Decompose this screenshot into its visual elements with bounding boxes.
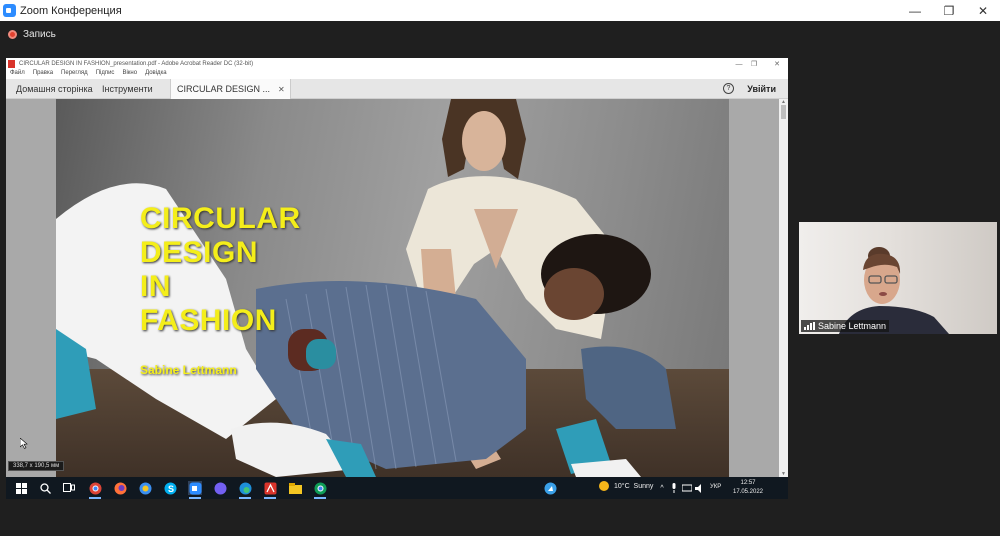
recording-indicator[interactable]: Запись (8, 29, 56, 40)
mouse-cursor-icon (20, 438, 28, 449)
pdf-icon (8, 60, 15, 68)
audio-signal-icon (804, 322, 815, 330)
tab-home[interactable]: Домашня сторінка (16, 79, 93, 99)
skype-icon[interactable]: S (163, 481, 177, 495)
recording-label: Запись (23, 29, 56, 40)
document-viewport[interactable]: CIRCULAR DESIGN IN FASHION Sabine Lettma… (6, 99, 788, 477)
tab-document[interactable]: CIRCULAR DESIGN ... ✕ (170, 79, 291, 99)
participant-name: Sabine Lettmann (818, 321, 887, 331)
zoom-taskbar-icon[interactable] (188, 481, 202, 499)
menu-help[interactable]: Довідка (145, 70, 167, 79)
edge-icon[interactable] (238, 481, 252, 499)
close-button[interactable]: ✕ (966, 0, 1000, 21)
file-explorer-icon[interactable] (288, 481, 302, 495)
firefox-icon[interactable] (113, 481, 127, 495)
participant-video-tile[interactable]: Sabine Lettmann (799, 222, 997, 334)
chrome-icon[interactable] (88, 481, 102, 499)
tab-document-label: CIRCULAR DESIGN ... (177, 84, 271, 94)
zoom-logo-icon (3, 4, 16, 17)
menu-file[interactable]: Файл (10, 70, 25, 79)
taskbar-clock[interactable]: 12:57 17.05.2022 (728, 479, 768, 497)
menu-sign[interactable]: Підпис (96, 70, 115, 79)
browser-icon[interactable] (138, 481, 152, 495)
volume-icon[interactable] (695, 481, 705, 495)
scroll-thumb[interactable] (781, 105, 786, 119)
language-indicator[interactable]: УКР (710, 484, 721, 490)
tab-tools[interactable]: Інструменти (102, 79, 153, 99)
chevron-up-icon[interactable]: ^ (658, 481, 666, 495)
participant-video (839, 247, 949, 334)
acrobat-menubar: Файл Правка Перегляд Підпис Вікно Довідк… (6, 70, 788, 79)
shared-screen-acrobat-window: CIRCULAR DESIGN IN FASHION_presentation.… (6, 58, 788, 477)
maximize-button[interactable]: ❐ (932, 0, 966, 21)
clock-time: 12:57 (740, 480, 756, 486)
acrobat-tabbar: Домашня сторінка Інструменти CIRCULAR DE… (6, 79, 788, 99)
sun-icon (599, 481, 609, 491)
windows-start-icon[interactable] (14, 481, 28, 495)
document-scrollbar[interactable]: ▲ ▼ (779, 99, 788, 477)
page-size-tooltip: 338,7 x 190,5 мм (8, 461, 65, 471)
acrobat-maximize-button[interactable]: ❐ (743, 58, 765, 70)
menu-edit[interactable]: Правка (33, 70, 53, 79)
zoom-window-title: Zoom Конференция (20, 4, 122, 17)
tray-app-icon[interactable] (543, 481, 557, 495)
slide-title-line: IN (140, 270, 171, 303)
slide-title: CIRCULAR DESIGN IN FASHION (140, 202, 301, 338)
help-icon[interactable]: ? (723, 83, 734, 94)
weather-widget[interactable]: 10°C Sunny (599, 481, 653, 491)
zoom-titlebar: Zoom Конференция — ❐ ✕ (0, 0, 1000, 21)
slide-author: Sabine Lettmann (140, 363, 237, 377)
acrobat-taskbar-icon[interactable] (263, 481, 277, 499)
chrome-icon-2[interactable] (313, 481, 327, 499)
windows-taskbar: S 10°C Sunny ^ УКР 12:57 17.05.2022 (6, 477, 788, 499)
slide-title-line: CIRCULAR (140, 202, 301, 235)
tab-close-icon[interactable]: ✕ (278, 85, 285, 94)
viber-icon[interactable] (213, 481, 227, 495)
weather-desc: Sunny (633, 482, 654, 490)
task-view-icon[interactable] (62, 481, 76, 495)
record-icon (8, 30, 17, 39)
menu-view[interactable]: Перегляд (61, 70, 88, 79)
acrobat-close-button[interactable]: ✕ (766, 58, 788, 70)
clock-date: 17.05.2022 (732, 489, 764, 495)
microphone-icon[interactable] (670, 481, 678, 495)
network-icon[interactable] (682, 481, 692, 495)
participant-name-label: Sabine Lettmann (801, 320, 890, 332)
svg-text:S: S (168, 484, 174, 494)
slide-title-line: DESIGN (140, 236, 259, 269)
minimize-button[interactable]: — (898, 0, 932, 21)
acrobat-window-title: CIRCULAR DESIGN IN FASHION_presentation.… (19, 61, 254, 67)
search-icon[interactable] (38, 481, 52, 495)
sign-in-button[interactable]: Увійти (747, 79, 776, 99)
slide-title-line: FASHION (140, 304, 277, 337)
menu-window[interactable]: Вікно (122, 70, 137, 79)
weather-temp: 10°C (614, 482, 630, 490)
acrobat-titlebar: CIRCULAR DESIGN IN FASHION_presentation.… (6, 58, 788, 70)
slide-page: CIRCULAR DESIGN IN FASHION Sabine Lettma… (56, 99, 729, 477)
